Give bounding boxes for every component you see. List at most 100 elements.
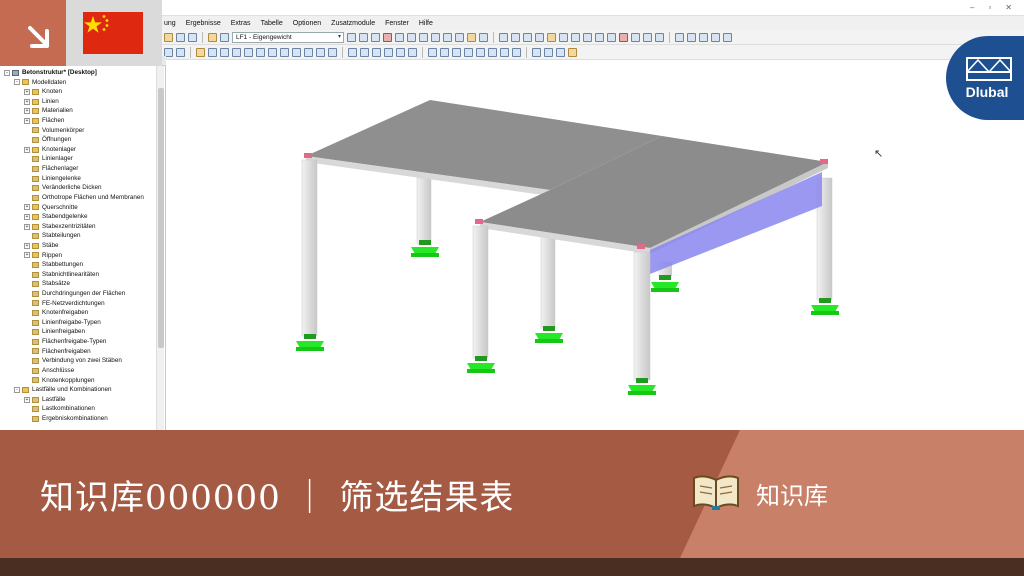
next-icon[interactable] <box>359 32 368 42</box>
show-members-icon[interactable] <box>220 47 229 57</box>
comment-icon[interactable] <box>360 47 369 57</box>
tree-item[interactable]: Durchdringungen der Flächen <box>2 289 156 299</box>
tree-item[interactable]: Linienfreigabe-Typen <box>2 318 156 328</box>
tree-item[interactable]: Stabteilungen <box>2 231 156 241</box>
delete-icon[interactable] <box>619 32 628 42</box>
tree-item[interactable]: + Flächen <box>2 116 156 126</box>
close-button[interactable]: ✕ <box>1005 3 1012 12</box>
tree-item[interactable]: - Betonstruktur* [Desktop] <box>2 68 156 78</box>
pan-icon[interactable] <box>407 32 416 42</box>
panel-icon[interactable] <box>532 47 541 57</box>
menu-item-zusatzmodule[interactable]: Zusatzmodule <box>331 20 375 27</box>
expand-icon[interactable]: + <box>24 117 30 124</box>
move-icon[interactable] <box>643 32 652 42</box>
tree-item[interactable]: + Materialien <box>2 106 156 116</box>
previous-icon[interactable] <box>347 32 356 42</box>
tree-item[interactable]: - Lastfälle und Kombinationen <box>2 385 156 395</box>
collapse-icon[interactable]: - <box>14 79 20 86</box>
y-view-icon[interactable] <box>316 47 325 57</box>
expand-icon[interactable]: + <box>24 204 30 211</box>
tree-item[interactable]: + Stäbe <box>2 241 156 251</box>
zoom-icon[interactable] <box>395 32 404 42</box>
scrollbar-thumb[interactable] <box>158 88 164 348</box>
module-icon[interactable] <box>467 32 476 42</box>
tree-item[interactable]: + Rippen <box>2 251 156 261</box>
tree-item[interactable]: FE-Netzverdichtungen <box>2 299 156 309</box>
column[interactable] <box>540 235 556 329</box>
help-icon[interactable] <box>723 32 732 42</box>
sync-icon[interactable] <box>512 47 521 57</box>
minimize-button[interactable]: – <box>970 3 974 12</box>
navigator-icon[interactable] <box>544 47 553 57</box>
z-view-icon[interactable] <box>328 47 337 57</box>
guideline-icon[interactable] <box>384 47 393 57</box>
show-supports-icon[interactable] <box>244 47 253 57</box>
save-icon[interactable] <box>188 32 197 42</box>
collapse-icon[interactable]: - <box>14 386 20 393</box>
tree-item[interactable]: Liniengelenke <box>2 174 156 184</box>
layers-icon[interactable] <box>500 47 509 57</box>
menu-item-extras[interactable]: Extras <box>231 20 251 27</box>
tables-icon[interactable] <box>556 47 565 57</box>
tree-item[interactable]: Linienfreigaben <box>2 327 156 337</box>
model-icon[interactable] <box>479 32 488 42</box>
menu-item-ergebnisse[interactable]: Ergebnisse <box>186 20 221 27</box>
menu-item-hilfe[interactable]: Hilfe <box>419 20 433 27</box>
table-icon[interactable] <box>220 32 229 42</box>
expand-icon[interactable]: + <box>24 146 30 153</box>
tree-item[interactable]: Ergebniskombinationen <box>2 414 156 424</box>
tree-item[interactable]: + Knotenlager <box>2 145 156 155</box>
values-icon[interactable] <box>464 47 473 57</box>
tree-item[interactable]: Stabsätze <box>2 279 156 289</box>
tree-item[interactable]: + Knoten <box>2 87 156 97</box>
node-icon[interactable] <box>499 32 508 42</box>
hinge-icon[interactable] <box>571 32 580 42</box>
column[interactable] <box>416 177 432 245</box>
surface-icon[interactable] <box>535 32 544 42</box>
wireframe-icon[interactable] <box>280 47 289 57</box>
tree-item[interactable]: Veränderliche Dicken <box>2 183 156 193</box>
tree-item[interactable]: + Linien <box>2 97 156 107</box>
measure-icon[interactable] <box>372 47 381 57</box>
print-icon[interactable] <box>443 32 452 42</box>
menu-item-optionen[interactable]: Optionen <box>293 20 321 27</box>
show-loads-icon[interactable] <box>256 47 265 57</box>
column[interactable] <box>472 225 489 359</box>
loadcase-select[interactable]: LF1 - Eigengewicht <box>232 31 344 43</box>
animation-icon[interactable] <box>476 47 485 57</box>
expand-icon[interactable]: + <box>24 98 30 105</box>
expand-icon[interactable]: + <box>24 396 30 403</box>
tree-item[interactable]: - Modelldaten <box>2 78 156 88</box>
tree-item[interactable]: + Stabexzentrizitäten <box>2 222 156 232</box>
menu-item-tabelle[interactable]: Tabelle <box>261 20 283 27</box>
tree-item[interactable]: + Querschnitte <box>2 203 156 213</box>
tree-item[interactable]: Volumenkörper <box>2 126 156 136</box>
support-icon[interactable] <box>559 32 568 42</box>
node-marker[interactable] <box>820 159 828 164</box>
x-view-icon[interactable] <box>304 47 313 57</box>
tree-item[interactable]: + Stabendgelenke <box>2 212 156 222</box>
tree-item[interactable]: + Lastfälle <box>2 395 156 405</box>
load-icon[interactable] <box>583 32 592 42</box>
color-scale-icon[interactable] <box>440 47 449 57</box>
node-marker[interactable] <box>475 219 483 224</box>
line-icon[interactable] <box>511 32 520 42</box>
expand-icon[interactable]: + <box>24 89 30 96</box>
tree-item[interactable]: Linienlager <box>2 154 156 164</box>
tree-item[interactable]: Stabbettungen <box>2 260 156 270</box>
select-window-icon[interactable] <box>176 47 185 57</box>
tree-item[interactable]: Knotenkopplungen <box>2 376 156 386</box>
ruler-icon[interactable] <box>488 47 497 57</box>
navigator-scrollbar[interactable] <box>156 66 164 430</box>
column[interactable] <box>633 251 651 381</box>
new-icon[interactable] <box>164 32 173 42</box>
tree-item[interactable]: Stabnichtlinearitäten <box>2 270 156 280</box>
copy-icon[interactable] <box>631 32 640 42</box>
tree-item[interactable]: Verbindung von zwei Stäben <box>2 356 156 366</box>
show-nodes-icon[interactable] <box>196 47 205 57</box>
deformation-icon[interactable] <box>452 47 461 57</box>
print-graphic-icon[interactable] <box>455 32 464 42</box>
tree-item[interactable]: Flächenfreigabe-Typen <box>2 337 156 347</box>
expand-icon[interactable]: + <box>24 252 30 259</box>
expand-icon[interactable]: + <box>24 223 30 230</box>
